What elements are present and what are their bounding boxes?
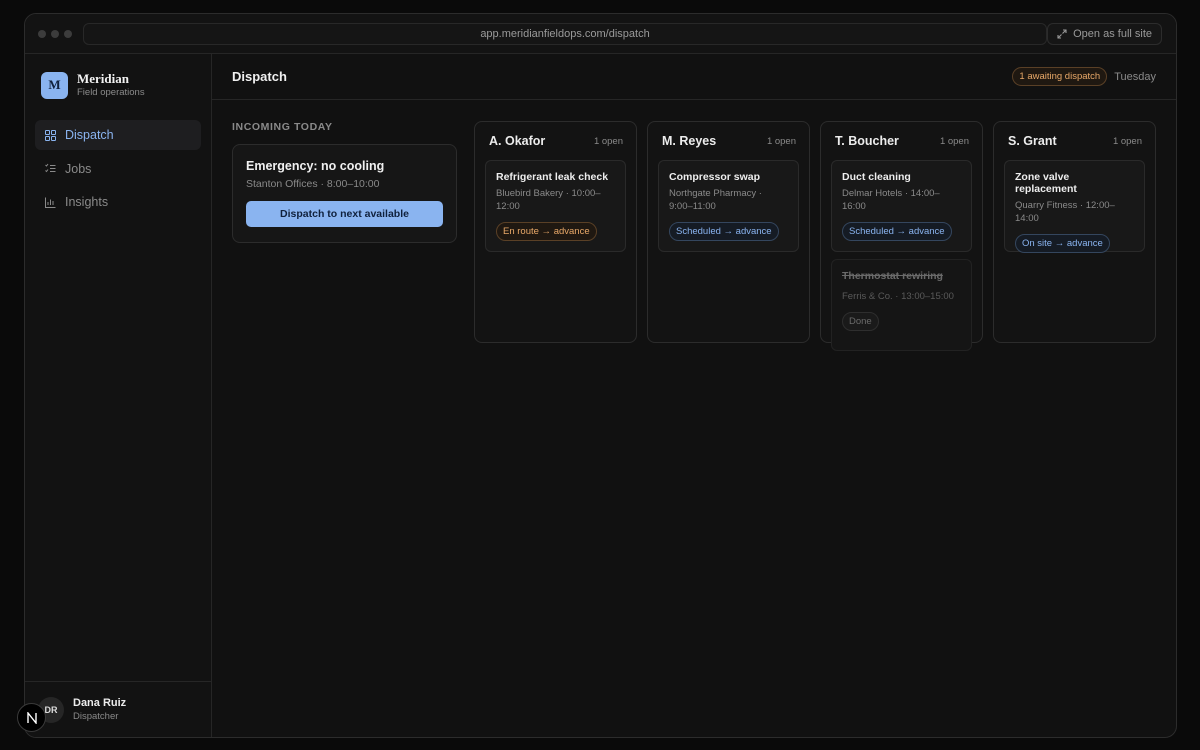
technician-column-okafor: A. Okafor 1 open Refrigerant leak check … — [474, 121, 637, 343]
expand-icon — [1057, 29, 1067, 39]
minimize-dot[interactable] — [51, 29, 59, 38]
technician-name: T. Boucher — [835, 134, 899, 148]
incoming-job-title: Emergency: no cooling — [246, 159, 385, 173]
job-meta: Delmar Hotels · 14:00–16:00 — [842, 188, 940, 212]
open-full-site-button[interactable]: Open as full site — [1047, 23, 1162, 45]
status-advance-button[interactable]: On site → advance — [1015, 234, 1110, 253]
status-badge: Done — [842, 312, 879, 331]
open-count: 1 open — [939, 135, 969, 147]
sidebar-item-dispatch[interactable]: Dispatch — [35, 120, 201, 150]
n-logo-icon — [26, 711, 37, 724]
status-advance-button[interactable]: Scheduled → advance — [842, 222, 952, 241]
technician-column-boucher: T. Boucher 1 open Duct cleaning Delmar H… — [820, 121, 983, 351]
job-title: Refrigerant leak check — [496, 171, 609, 183]
page-title: Dispatch — [232, 69, 287, 84]
job-card[interactable]: Zone valve replacement Quarry Fitness · … — [1004, 160, 1145, 253]
main-content: Dispatch 1 awaiting dispatch Tuesday INC… — [212, 54, 1176, 737]
technician-name: S. Grant — [1008, 134, 1057, 148]
status-advance-button[interactable]: Scheduled → advance — [669, 222, 779, 241]
brand-logo: M — [41, 71, 68, 99]
job-meta: Northgate Pharmacy · 9:00–11:00 — [669, 188, 762, 212]
brand-name: Meridian — [77, 71, 129, 86]
window-controls — [38, 29, 72, 38]
job-meta: Ferris & Co. · 13:00–15:00 — [842, 291, 954, 302]
open-full-site-label: Open as full site — [1073, 28, 1152, 40]
awaiting-dispatch-badge: 1 awaiting dispatch — [1012, 67, 1108, 86]
checklist-icon — [45, 163, 56, 173]
sidebar-item-label: Dispatch — [65, 128, 114, 142]
job-card[interactable]: Refrigerant leak check Bluebird Bakery ·… — [485, 160, 626, 252]
job-title: Compressor swap — [669, 171, 761, 183]
sidebar-nav: Dispatch Jobs Insights — [35, 120, 201, 221]
sidebar-item-insights[interactable]: Insights — [35, 187, 201, 217]
sidebar: M Meridian Field operations Dispatch Job… — [25, 54, 212, 737]
dispatch-next-available-button[interactable]: Dispatch to next available — [246, 201, 443, 227]
close-dot[interactable] — [38, 29, 46, 38]
job-title: Zone valve replacement — [1015, 171, 1077, 195]
sidebar-item-label: Insights — [65, 195, 109, 209]
technician-name: A. Okafor — [489, 134, 546, 148]
incoming-section-label: INCOMING TODAY — [232, 121, 333, 133]
user-profile[interactable]: DR Dana Ruiz Dispatcher — [25, 681, 211, 737]
maximize-dot[interactable] — [64, 29, 72, 38]
user-role: Dispatcher — [73, 711, 119, 722]
day-label: Tuesday — [1114, 70, 1156, 83]
grid-icon — [45, 129, 56, 141]
job-title: Duct cleaning — [842, 171, 911, 183]
bar-chart-icon — [45, 197, 56, 208]
job-card[interactable]: Duct cleaning Delmar Hotels · 14:00–16:0… — [831, 160, 972, 252]
job-card-done[interactable]: Thermostat rewiring Ferris & Co. · 13:00… — [831, 259, 972, 351]
incoming-job-card: Emergency: no cooling Stanton Offices · … — [232, 144, 457, 243]
top-bar: Dispatch 1 awaiting dispatch Tuesday — [212, 54, 1176, 100]
browser-chrome: app.meridianfieldops.com/dispatch Open a… — [25, 14, 1176, 54]
job-meta: Bluebird Bakery · 10:00–12:00 — [496, 188, 601, 212]
job-card[interactable]: Compressor swap Northgate Pharmacy · 9:0… — [658, 160, 799, 252]
technician-name: M. Reyes — [662, 134, 717, 148]
sidebar-item-jobs[interactable]: Jobs — [35, 154, 201, 184]
technician-column-reyes: M. Reyes 1 open Compressor swap Northgat… — [647, 121, 810, 343]
open-count: 1 open — [1112, 135, 1142, 147]
address-bar[interactable]: app.meridianfieldops.com/dispatch — [83, 23, 1047, 45]
dev-tools-badge[interactable] — [17, 703, 46, 732]
job-title: Thermostat rewiring — [842, 270, 943, 282]
sidebar-item-label: Jobs — [65, 161, 92, 176]
app-window: app.meridianfieldops.com/dispatch Open a… — [24, 13, 1177, 738]
incoming-job-subtitle: Stanton Offices · 8:00–10:00 — [246, 178, 380, 190]
open-count: 1 open — [593, 135, 623, 147]
brand-subtitle: Field operations — [77, 87, 145, 98]
job-meta: Quarry Fitness · 12:00–14:00 — [1015, 200, 1115, 224]
status-advance-button[interactable]: En route → advance — [496, 222, 597, 241]
brand: M Meridian Field operations — [41, 71, 145, 99]
technician-column-grant: S. Grant 1 open Zone valve replacement Q… — [993, 121, 1156, 343]
user-name: Dana Ruiz — [73, 697, 127, 709]
open-count: 1 open — [766, 135, 796, 147]
